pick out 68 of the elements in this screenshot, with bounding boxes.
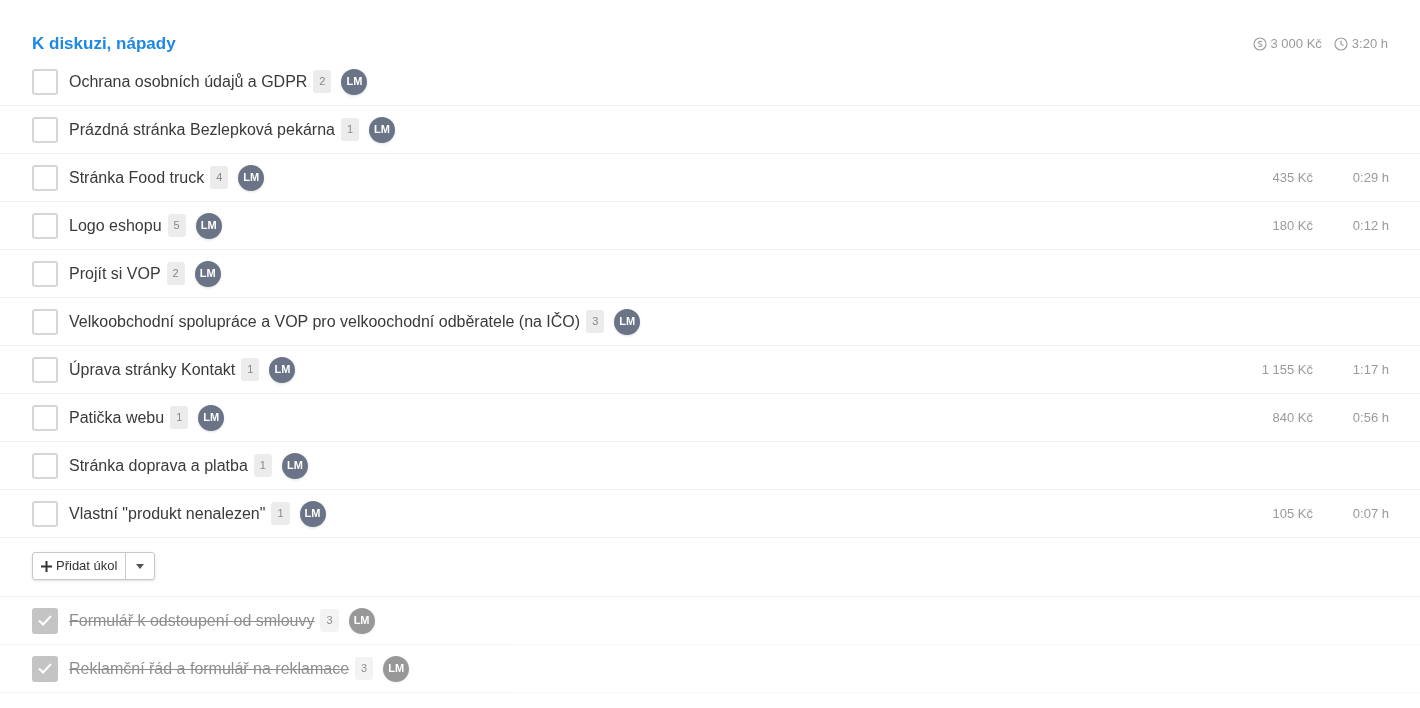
avatar[interactable]: LM xyxy=(348,607,375,634)
comment-count: 5 xyxy=(167,214,186,237)
total-time: 3:20 h xyxy=(1351,35,1388,54)
comment-count: 3 xyxy=(586,310,605,333)
avatar[interactable]: LM xyxy=(198,404,225,431)
section-title: K diskuzi, nápady xyxy=(32,33,176,56)
checkbox[interactable] xyxy=(32,500,58,527)
task-time: 0:56 h xyxy=(1351,408,1389,427)
checkbox[interactable] xyxy=(32,260,58,287)
coin-icon xyxy=(1252,37,1267,51)
checkbox[interactable] xyxy=(32,655,58,682)
task-title[interactable]: Reklamční řád a formulář na reklamace xyxy=(69,656,350,681)
task-title[interactable]: Patička webu xyxy=(69,405,165,430)
task-cost: 1 155 Kč xyxy=(1261,360,1313,379)
comment-count: 1 xyxy=(241,358,260,381)
checkmark-icon xyxy=(38,615,52,626)
comment-count: 3 xyxy=(320,609,339,632)
task-time: 0:07 h xyxy=(1351,504,1389,523)
task-cost: 105 Kč xyxy=(1272,504,1313,523)
checkbox[interactable] xyxy=(32,607,58,634)
add-task-button[interactable]: Přidat úkol xyxy=(33,553,127,579)
checkmark-icon xyxy=(38,663,52,674)
checkbox[interactable] xyxy=(32,116,58,143)
avatar[interactable]: LM xyxy=(194,260,221,287)
checkbox[interactable] xyxy=(32,68,58,95)
task-cost: 180 Kč xyxy=(1272,216,1313,235)
task-time: 1:17 h xyxy=(1351,360,1389,379)
avatar[interactable]: LM xyxy=(299,500,326,527)
comment-count: 3 xyxy=(355,657,374,680)
avatar[interactable]: LM xyxy=(238,164,265,191)
checkbox[interactable] xyxy=(32,212,58,239)
checkbox[interactable] xyxy=(32,308,58,335)
plus-icon xyxy=(41,560,52,572)
comment-count: 2 xyxy=(313,70,332,93)
checkbox[interactable] xyxy=(32,404,58,431)
task-title[interactable]: Velkoobchodní spolupráce a VOP pro velkoochodní odběratele (na IČO) xyxy=(69,309,581,334)
task-title[interactable]: Stránka Food truck xyxy=(69,165,205,190)
comment-count: 4 xyxy=(210,166,229,189)
task-title[interactable]: Ochrana osobních údajů a GDPR xyxy=(69,69,308,94)
clock-icon xyxy=(1333,37,1348,51)
task-time: 0:29 h xyxy=(1351,168,1389,187)
comment-count: 1 xyxy=(271,502,290,525)
task-title[interactable]: Prázdná stránka Bezlepková pekárna xyxy=(69,117,335,142)
checkbox[interactable] xyxy=(32,452,58,479)
comment-count: 2 xyxy=(166,262,185,285)
task-cost: 435 Kč xyxy=(1272,168,1313,187)
task-title[interactable]: Úprava stránky Kontakt xyxy=(69,357,236,382)
checkbox[interactable] xyxy=(32,356,58,383)
avatar[interactable]: LM xyxy=(195,212,222,239)
avatar[interactable]: LM xyxy=(383,655,410,682)
task-title[interactable]: Logo eshopu xyxy=(69,213,162,238)
avatar[interactable]: LM xyxy=(341,68,368,95)
task-title[interactable]: Stránka doprava a platba xyxy=(69,453,248,478)
checkbox[interactable] xyxy=(32,164,58,191)
avatar[interactable]: LM xyxy=(369,116,396,143)
caret-icon xyxy=(136,563,145,569)
comment-count: 1 xyxy=(340,118,360,141)
task-cost: 840 Kč xyxy=(1272,408,1313,427)
task-title[interactable]: Vlastní "produkt nenalezen" xyxy=(69,501,266,526)
task-title[interactable]: Formulář k odstoupení od smlouvy xyxy=(69,608,315,633)
comment-count: 1 xyxy=(170,406,189,429)
total-cost: 3 000 Kč xyxy=(1270,35,1322,54)
avatar[interactable]: LM xyxy=(614,308,641,335)
task-title[interactable]: Projít si VOP xyxy=(69,261,161,286)
comment-count: 1 xyxy=(253,454,272,477)
avatar[interactable]: LM xyxy=(269,356,296,383)
avatar[interactable]: LM xyxy=(281,452,308,479)
task-time: 0:12 h xyxy=(1351,216,1389,235)
